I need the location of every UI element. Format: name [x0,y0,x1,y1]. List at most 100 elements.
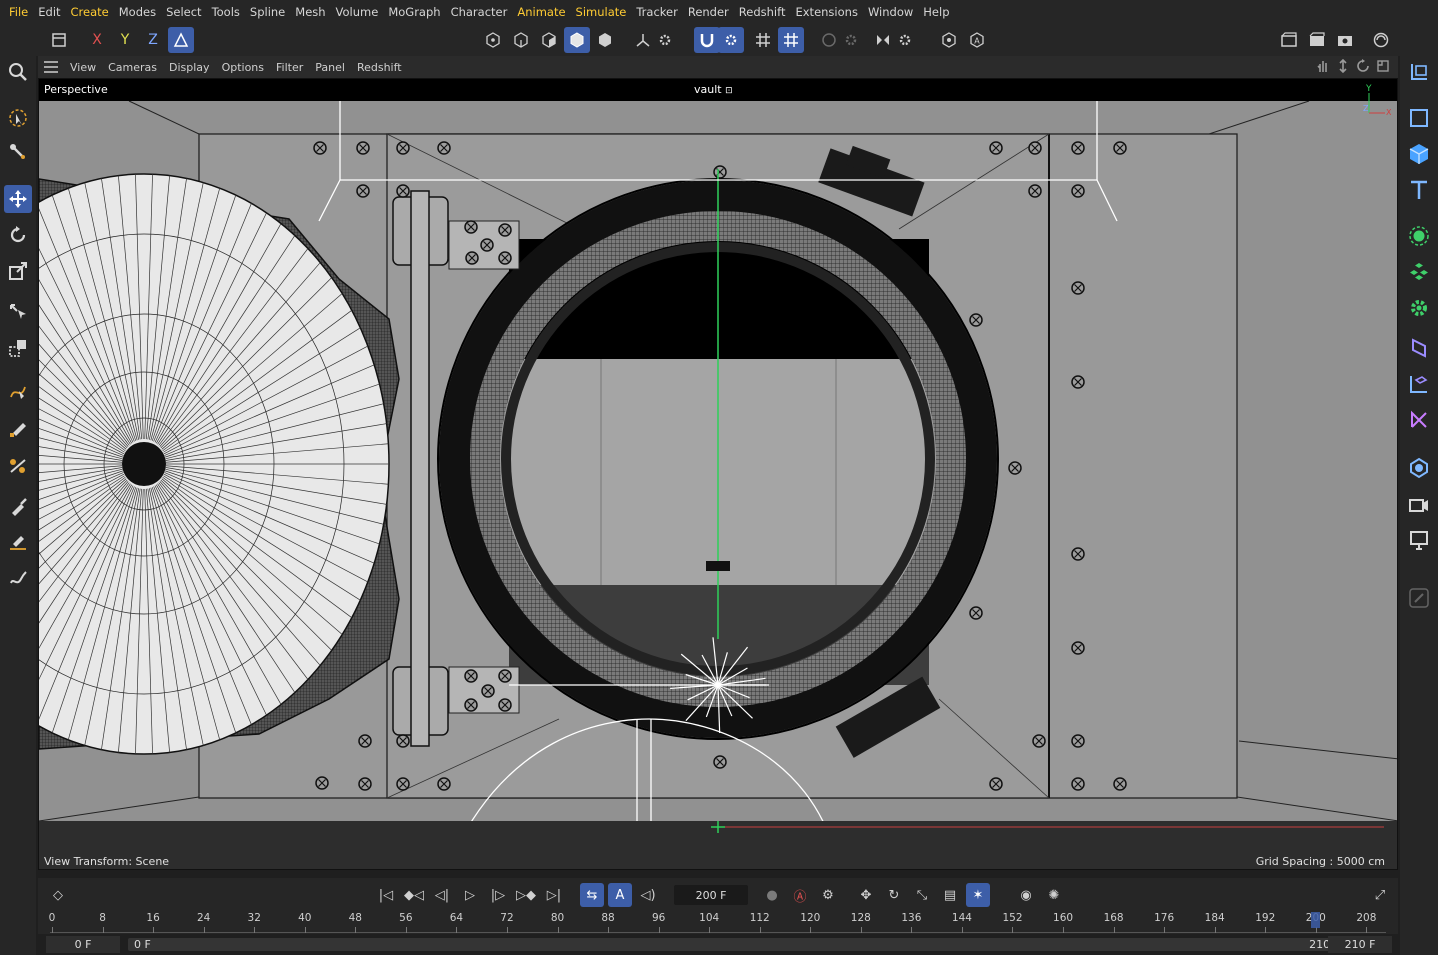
viewport-menu-panel[interactable]: Panel [309,61,351,74]
light-object-icon[interactable] [1405,526,1433,554]
render-settings-icon[interactable] [1332,27,1358,53]
menu-item-edit[interactable]: Edit [33,5,65,19]
loop-icon[interactable]: ⇆ [580,883,604,907]
viewport-menu-options[interactable]: Options [216,61,270,74]
projection-label[interactable]: Perspective [44,83,108,96]
min-time-field[interactable]: 0 F [46,936,120,953]
timeline-ruler[interactable]: 0 8 16 24 32 40 48 56 64 72 80 88 96 104 112 120 128 136 1… [38,912,1398,934]
menu-item-create[interactable]: Create [66,5,114,19]
field-object-icon[interactable] [1405,370,1433,398]
soft-selection-gear-icon[interactable] [838,27,864,53]
null-object-icon[interactable] [1405,104,1433,132]
menu-item-spline[interactable]: Spline [245,5,290,19]
tweak-tool-icon[interactable] [4,138,32,166]
menu-item-render[interactable]: Render [683,5,734,19]
playback-rate-icon[interactable]: A [608,883,632,907]
autokey-icon[interactable]: Ⓐ [788,883,812,907]
key-position-icon[interactable]: ✥ [854,883,878,907]
max-time-field[interactable]: 210 F [1328,936,1392,953]
disabled-pen-icon[interactable] [1405,584,1433,612]
menu-item-animate[interactable]: Animate [512,5,570,19]
menu-item-mograph[interactable]: MoGraph [383,5,445,19]
uv-mode-icon[interactable] [592,27,618,53]
next-frame-icon[interactable]: |▷ [486,883,510,907]
move-tool-icon[interactable] [4,185,32,213]
current-frame-field[interactable]: 200 F [674,885,748,905]
polygon-pen-icon[interactable] [4,526,32,554]
snap-magnet-icon[interactable] [694,27,720,53]
play-icon[interactable]: ▷ [458,883,482,907]
undo-history-icon[interactable] [46,27,72,53]
spline-sketch-icon[interactable] [4,414,32,442]
auto-keying-icon[interactable]: A [964,27,990,53]
render-to-picture-viewer-icon[interactable] [1304,27,1330,53]
brush-tool-icon[interactable] [4,492,32,520]
menu-item-help[interactable]: Help [918,5,954,19]
menu-item-modes[interactable]: Modes [114,5,161,19]
pan-hand-icon[interactable] [1316,59,1330,73]
3d-viewport[interactable]: Perspective vault ⊡ Y X Z View Transform… [38,78,1398,870]
transfer-tool-icon[interactable] [4,334,32,362]
sound-icon[interactable]: ◁) [636,883,660,907]
menu-item-file[interactable]: File [4,5,33,19]
playhead[interactable] [1310,912,1320,928]
key-parameter-icon[interactable]: ▤ [938,883,962,907]
text-object-icon[interactable] [1405,176,1433,204]
key-rotation-icon[interactable]: ↻ [882,883,906,907]
workplane-grid-icon[interactable] [778,27,804,53]
timeline-expand-icon[interactable]: ⤢ [1368,883,1392,907]
scale-tool-icon[interactable] [4,257,32,285]
knife-tool-icon[interactable] [4,564,32,592]
edges-mode-icon[interactable] [508,27,534,53]
cloner-object-icon[interactable] [1405,222,1433,250]
key-scale-icon[interactable]: ⤡ [910,883,934,907]
axis-settings-gear-icon[interactable] [652,27,678,53]
viewport-menu-filter[interactable]: Filter [270,61,309,74]
placement-tool-icon[interactable] [4,298,32,326]
coordinate-system-icon[interactable] [168,27,194,53]
menu-item-window[interactable]: Window [863,5,918,19]
render-view-icon[interactable] [1276,27,1302,53]
record-icon[interactable]: ● [760,883,784,907]
viewport-menu-cameras[interactable]: Cameras [102,61,163,74]
active-camera-label[interactable]: vault ⊡ [694,83,733,96]
points-mode-icon[interactable] [480,27,506,53]
viewport-menu-view[interactable]: View [64,61,102,74]
hamburger-menu-icon[interactable] [38,61,64,73]
menu-item-tools[interactable]: Tools [207,5,245,19]
previous-frame-icon[interactable]: ◁| [430,883,454,907]
menu-item-mesh[interactable]: Mesh [290,5,330,19]
previous-key-icon[interactable]: ◆◁ [402,883,426,907]
next-key-icon[interactable]: ▷◆ [514,883,538,907]
spline-pen-icon[interactable] [4,378,32,406]
menu-item-character[interactable]: Character [446,5,513,19]
menu-item-select[interactable]: Select [161,5,206,19]
deformer-icon[interactable] [1405,334,1433,362]
y-axis-lock-button[interactable]: Y [112,27,138,53]
menu-item-volume[interactable]: Volume [331,5,384,19]
keyframe-selection-icon[interactable]: ⚙ [816,883,840,907]
menu-item-extensions[interactable]: Extensions [790,5,862,19]
grid-snap-icon[interactable] [750,27,776,53]
x-axis-lock-button[interactable]: X [84,27,110,53]
snap-settings-gear-icon[interactable] [718,27,744,53]
viewport-menu-display[interactable]: Display [163,61,216,74]
spline-smooth-icon[interactable] [4,452,32,480]
z-axis-lock-button[interactable]: Z [140,27,166,53]
menu-item-redshift[interactable]: Redshift [734,5,791,19]
cube-object-icon[interactable] [1405,140,1433,168]
camera-object-icon[interactable] [1405,490,1433,518]
redshift-feedback-icon[interactable] [1368,27,1394,53]
dolly-arrows-icon[interactable] [1336,59,1350,73]
spline-deformer-icon[interactable] [1405,406,1433,434]
go-to-end-icon[interactable]: ▷| [542,883,566,907]
search-icon[interactable] [4,58,32,86]
viewport-menu-redshift[interactable]: Redshift [351,61,408,74]
polygons-mode-icon[interactable] [536,27,562,53]
symmetry-gear-icon[interactable] [892,27,918,53]
environment-sky-icon[interactable] [1405,454,1433,482]
menu-item-tracker[interactable]: Tracker [631,5,683,19]
key-pla-icon[interactable]: ✶ [966,883,990,907]
go-to-start-icon[interactable]: |◁ [374,883,398,907]
maximize-view-icon[interactable] [1376,59,1390,73]
